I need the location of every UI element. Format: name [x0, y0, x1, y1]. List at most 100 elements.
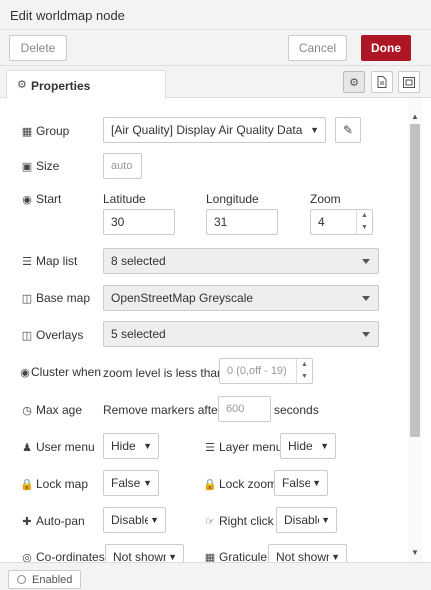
gear-icon: ⚙ — [17, 79, 27, 91]
graticule-label: ▦ Graticule — [204, 550, 268, 562]
chevron-down-icon: ▼ — [143, 441, 152, 451]
graticule-select[interactable]: Not shown ▼ — [268, 544, 347, 562]
rightclick-value: Disable — [284, 513, 325, 527]
arrows-icon: ✚ — [22, 516, 32, 528]
layermenu-value: Hide — [288, 439, 313, 453]
size-icon: ▣ — [21, 161, 33, 173]
start-label: ◉ Start — [20, 192, 61, 206]
overlays-select[interactable]: 5 selected — [103, 321, 379, 347]
zoom-label: Zoom — [310, 192, 341, 206]
maxage-input[interactable]: 600 — [218, 396, 271, 422]
zoom-stepper[interactable]: ▲ ▼ — [356, 210, 372, 234]
stepper-up-icon[interactable]: ▲ — [297, 359, 312, 371]
tab-appearance-icon-button[interactable] — [398, 71, 420, 93]
edit-group-button[interactable]: ✎ — [335, 117, 361, 143]
maplist-select[interactable]: 8 selected — [103, 248, 379, 274]
latitude-input[interactable]: 30 — [103, 209, 175, 235]
autopan-label: ✚ Auto-pan — [20, 514, 84, 528]
bars-icon: ☰ — [205, 442, 215, 454]
usermenu-label: ♟ User menu — [20, 440, 95, 454]
chevron-down-icon: ▼ — [329, 552, 340, 562]
cluster-stepper[interactable]: ▲ ▼ — [296, 359, 312, 383]
layermenu-label: ☰ Layer menu — [203, 440, 282, 454]
caret-down-icon — [362, 296, 370, 301]
lockmap-select[interactable]: False ▼ — [103, 470, 159, 496]
properties-form: ▦ Group [Air Quality] Display Air Quality… — [0, 98, 407, 562]
scrollbar-thumb[interactable] — [410, 124, 420, 437]
maplist-value: 8 selected — [111, 254, 166, 268]
maxage-unit: seconds — [274, 403, 319, 417]
clock-icon: ◷ — [22, 405, 32, 417]
document-icon — [377, 76, 387, 88]
vertical-scrollbar[interactable]: ▲ ▼ — [408, 98, 422, 562]
longitude-input[interactable]: 31 — [206, 209, 278, 235]
cancel-button[interactable]: Cancel — [288, 35, 347, 61]
tab-settings-icon-button[interactable]: ⚙ — [343, 71, 365, 93]
rightclick-select[interactable]: Disable ▼ — [276, 507, 337, 533]
list-icon: ☰ — [22, 256, 32, 268]
grid-icon: ▦ — [204, 552, 216, 562]
basemap-select[interactable]: OpenStreetMap Greyscale — [103, 285, 379, 311]
usermenu-value: Hide — [111, 439, 136, 453]
layermenu-select[interactable]: Hide ▼ — [280, 433, 336, 459]
cluster-text: zoom level is less than — [103, 366, 224, 380]
gear-icon: ⚙ — [349, 76, 359, 89]
tray-toolbar: Delete Cancel Done — [0, 30, 431, 66]
crosshairs-icon: ◎ — [22, 552, 32, 562]
appearance-icon — [403, 76, 415, 88]
tabs-bar: ⚙ Properties ⚙ — [0, 66, 431, 99]
chevron-down-icon: ▼ — [148, 515, 159, 525]
dot-circle-icon: ◉ — [20, 367, 30, 379]
coordinates-select[interactable]: Not shown ▼ — [105, 544, 184, 562]
caret-down-icon — [362, 332, 370, 337]
group-select-value: [Air Quality] Display Air Quality Data — [111, 123, 303, 137]
chevron-down-icon: ▼ — [320, 441, 329, 451]
lockmap-label: 🔒 Lock map — [20, 477, 89, 491]
group-select[interactable]: [Air Quality] Display Air Quality Data ▼ — [103, 117, 326, 143]
hand-pointer-icon: ☞ — [205, 516, 215, 528]
stepper-up-icon[interactable]: ▲ — [357, 210, 372, 222]
maxage-text: Remove markers after — [103, 403, 222, 417]
scroll-down-icon[interactable]: ▼ — [411, 548, 419, 557]
lockzoom-label: 🔒 Lock zoom — [203, 477, 278, 491]
basemap-value: OpenStreetMap Greyscale — [111, 291, 254, 305]
enabled-toggle[interactable]: Enabled — [8, 570, 81, 589]
autopan-select[interactable]: Disable ▼ — [103, 507, 166, 533]
zoom-value: 4 — [318, 215, 325, 229]
basemap-label: ◫ Base map — [21, 291, 91, 305]
size-button[interactable]: auto — [103, 153, 142, 179]
tab-description-icon-button[interactable] — [371, 71, 393, 93]
longitude-label: Longitude — [206, 192, 259, 206]
latitude-label: Latitude — [103, 192, 146, 206]
scroll-up-icon[interactable]: ▲ — [411, 112, 419, 121]
map-outline-icon: ◫ — [21, 330, 33, 342]
delete-button[interactable]: Delete — [9, 35, 67, 61]
overlays-value: 5 selected — [111, 327, 166, 341]
cluster-zoom-input[interactable]: 0 (0,off - 19) ▲ ▼ — [219, 358, 313, 384]
lock-icon: 🔒 — [20, 479, 34, 491]
graticule-value: Not shown — [276, 550, 333, 562]
tab-properties-label: Properties — [31, 79, 91, 93]
stepper-down-icon[interactable]: ▼ — [297, 371, 312, 383]
size-label: ▣ Size — [21, 159, 60, 173]
enabled-label: Enabled — [32, 573, 73, 586]
usermenu-select[interactable]: Hide ▼ — [103, 433, 159, 459]
lockzoom-select[interactable]: False ▼ — [274, 470, 328, 496]
table-icon: ▦ — [21, 126, 33, 138]
chevron-down-icon: ▼ — [166, 552, 177, 562]
coordinates-value: Not shown — [113, 550, 170, 562]
circle-icon — [17, 575, 26, 584]
tab-properties[interactable]: ⚙ Properties — [6, 70, 166, 99]
user-icon: ♟ — [22, 442, 32, 454]
done-button[interactable]: Done — [361, 35, 411, 61]
maxage-label: ◷ Max age — [20, 403, 82, 417]
chevron-down-icon: ▼ — [310, 478, 321, 488]
tray-header: Edit worldmap node — [0, 0, 431, 30]
cluster-placeholder: 0 (0,off - 19) — [227, 365, 287, 377]
stepper-down-icon[interactable]: ▼ — [357, 222, 372, 234]
zoom-input[interactable]: 4 ▲ ▼ — [310, 209, 373, 235]
rightclick-label: ☞ Right click — [203, 514, 274, 528]
tray-title: Edit worldmap node — [10, 8, 125, 23]
lockzoom-value: False — [282, 476, 312, 490]
overlays-label: ◫ Overlays — [21, 328, 84, 342]
